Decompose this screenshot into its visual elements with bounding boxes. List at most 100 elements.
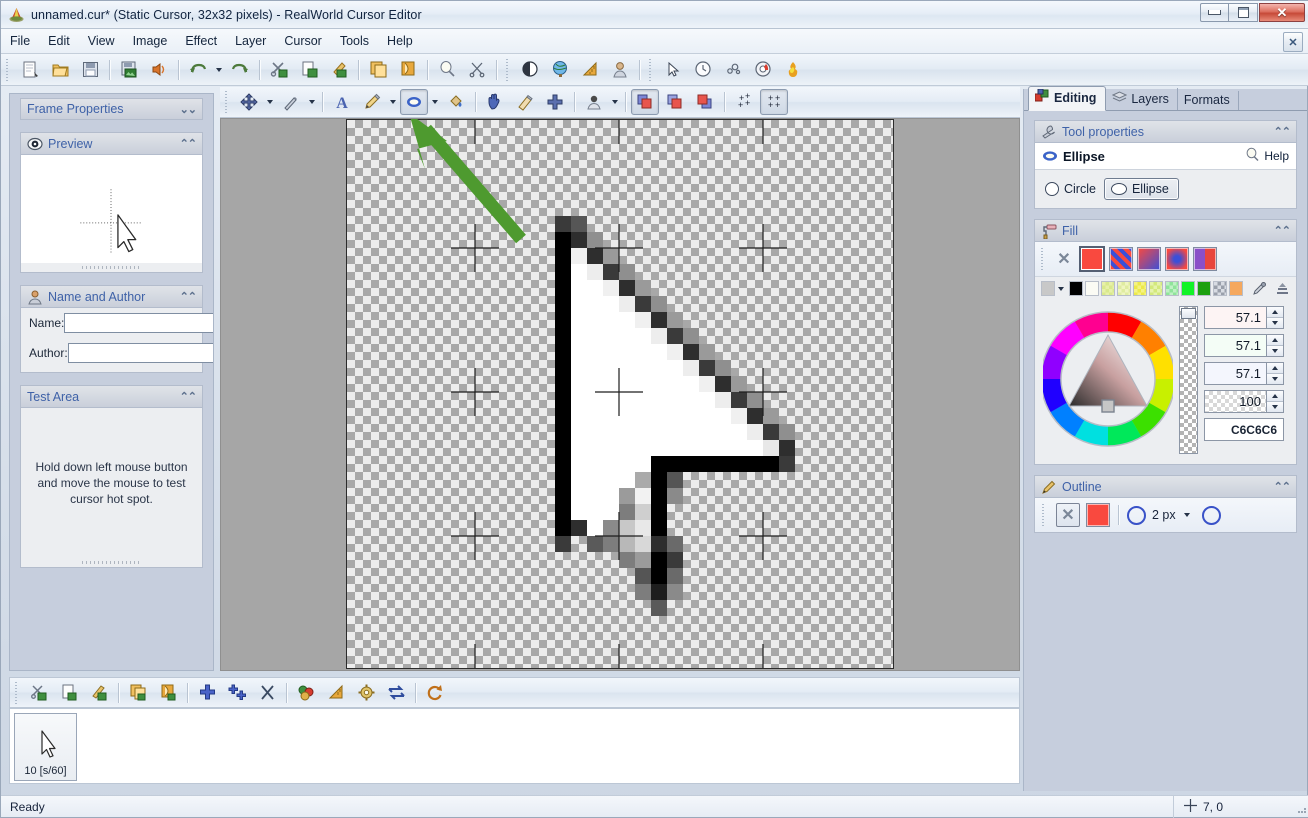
frame-properties-header[interactable]: Frame Properties ⌄⌄ (20, 98, 203, 120)
preview-surface[interactable] (21, 155, 202, 263)
tab-editing[interactable]: Editing (1028, 86, 1107, 111)
grid-off-icon[interactable]: + + + + (730, 89, 758, 115)
alpha-up-icon[interactable] (1267, 391, 1283, 402)
palette-swatch-current[interactable] (1041, 281, 1055, 296)
blue-down-icon[interactable] (1267, 374, 1283, 384)
blue-channel-stepper[interactable] (1266, 362, 1284, 385)
import-image-icon[interactable] (115, 57, 143, 83)
eraser-tool-icon[interactable] (511, 89, 539, 115)
chevron-up-icon[interactable]: ⌃⌃ (180, 290, 197, 303)
lifebuoy-icon[interactable] (749, 57, 777, 83)
outline-width-label[interactable]: 2 px (1152, 508, 1176, 522)
window-resize-grip[interactable] (1293, 796, 1308, 818)
tool-options-grip[interactable] (224, 91, 231, 113)
green-down-icon[interactable] (1267, 346, 1283, 356)
frame-reorder-icon[interactable] (382, 680, 410, 706)
flame-icon[interactable] (779, 57, 807, 83)
green-channel-input[interactable]: 57.1 (1204, 334, 1266, 357)
save-floppy-icon[interactable] (76, 57, 104, 83)
copy-icon[interactable] (295, 57, 323, 83)
pencil-tool-dropdown[interactable] (387, 90, 399, 114)
preview-resize-handle[interactable] (21, 263, 202, 272)
bulb-hint-icon[interactable] (433, 57, 461, 83)
tab-formats[interactable]: Formats (1178, 91, 1239, 110)
name-input[interactable] (64, 313, 213, 333)
alpha-channel-stepper[interactable] (1266, 390, 1284, 413)
tool-properties-header[interactable]: Tool properties ⌃⌃ (1034, 120, 1297, 142)
ellipse-tool-dropdown[interactable] (429, 90, 441, 114)
open-folder-icon[interactable] (46, 57, 74, 83)
ellipse-tool-icon[interactable] (400, 89, 428, 115)
menu-layer[interactable]: Layer (226, 31, 275, 51)
scissors-tool-icon[interactable] (463, 57, 491, 83)
palette-swatch-black[interactable] (1069, 281, 1083, 296)
undo-icon[interactable] (184, 57, 212, 83)
duplicate-layer-icon[interactable] (364, 57, 392, 83)
chevron-down-icon[interactable]: ⌄⌄ (180, 103, 197, 116)
maximize-button[interactable] (1229, 3, 1258, 22)
palette-swatch-1[interactable] (1101, 281, 1115, 296)
frame-duplicate-icon[interactable] (124, 680, 152, 706)
chevron-down-icon[interactable] (1058, 286, 1064, 291)
hex-color-input[interactable]: C6C6C6 (1204, 418, 1284, 441)
palette-swatch-darkgreen[interactable] (1197, 281, 1211, 296)
red-down-icon[interactable] (1267, 318, 1283, 328)
text-tool-icon[interactable]: A (328, 89, 356, 115)
contrast-icon[interactable] (516, 57, 544, 83)
blue-up-icon[interactable] (1267, 363, 1283, 374)
minimize-button[interactable] (1200, 3, 1229, 22)
menu-effect[interactable]: Effect (176, 31, 226, 51)
outline-color-swatch[interactable] (1086, 503, 1110, 527)
toolbar-grip-2[interactable] (505, 58, 512, 81)
blue-channel-input[interactable]: 57.1 (1204, 362, 1266, 385)
toolbar-grip[interactable] (5, 58, 12, 81)
menu-help[interactable]: Help (378, 31, 422, 51)
layer-front-icon[interactable] (631, 89, 659, 115)
menu-image[interactable]: Image (124, 31, 177, 51)
fill-bucket-icon[interactable] (442, 89, 470, 115)
help-link[interactable]: Help (1245, 147, 1289, 165)
outline-strip-grip[interactable] (1041, 504, 1048, 526)
fill-header[interactable]: Fill ⌃⌃ (1034, 219, 1297, 241)
name-and-author-header[interactable]: Name and Author ⌃⌃ (20, 285, 203, 307)
round-cap-icon[interactable] (1201, 505, 1221, 525)
chevron-up-icon[interactable]: ⌃⌃ (180, 137, 197, 150)
shape-option-ellipse[interactable]: Ellipse (1103, 178, 1179, 200)
pencil-tool-icon[interactable] (358, 89, 386, 115)
select-wand-icon[interactable] (277, 89, 305, 115)
menu-file[interactable]: File (1, 31, 39, 51)
no-fill-x-icon[interactable]: ✕ (1053, 248, 1075, 270)
arrow-pointer-icon[interactable] (659, 57, 687, 83)
radial-gradient-swatch[interactable] (1165, 247, 1189, 271)
palette-swatch-4[interactable] (1149, 281, 1163, 296)
chevron-up-icon[interactable]: ⌃⌃ (1274, 480, 1291, 493)
hand-pan-icon[interactable] (481, 89, 509, 115)
avatar-tool-dropdown[interactable] (609, 90, 621, 114)
palette-swatch-3[interactable] (1133, 281, 1147, 296)
no-outline-x-icon[interactable]: ✕ (1056, 503, 1080, 527)
hatch-fill-swatch[interactable] (1109, 247, 1133, 271)
frame-copy-icon[interactable] (55, 680, 83, 706)
alpha-slider[interactable] (1179, 306, 1198, 454)
menu-view[interactable]: View (79, 31, 124, 51)
tab-layers[interactable]: Layers (1106, 88, 1178, 110)
frame-delete-icon[interactable] (253, 680, 281, 706)
avatar-tool-icon[interactable] (580, 89, 608, 115)
close-document-button[interactable]: ✕ (1283, 32, 1303, 52)
paste-brush-icon[interactable] (325, 57, 353, 83)
menu-edit[interactable]: Edit (39, 31, 79, 51)
frame-paste-icon[interactable] (85, 680, 113, 706)
outline-style-icon[interactable] (1127, 505, 1146, 525)
palette-swatch-2[interactable] (1117, 281, 1131, 296)
close-button[interactable]: ✕ (1259, 3, 1305, 22)
palette-swatch-5[interactable] (1165, 281, 1179, 296)
clock-icon[interactable] (689, 57, 717, 83)
grid-on-icon[interactable]: + + + + (760, 89, 788, 115)
preview-header[interactable]: Preview ⌃⌃ (20, 132, 203, 154)
shape-option-circle[interactable]: Circle (1045, 182, 1096, 196)
chevron-up-icon[interactable]: ⌃⌃ (1274, 224, 1291, 237)
sound-icon[interactable] (145, 57, 173, 83)
frame-toolbar-grip[interactable] (14, 681, 21, 704)
frame-resize-icon[interactable] (322, 680, 350, 706)
frame-rotate-icon[interactable] (421, 680, 449, 706)
